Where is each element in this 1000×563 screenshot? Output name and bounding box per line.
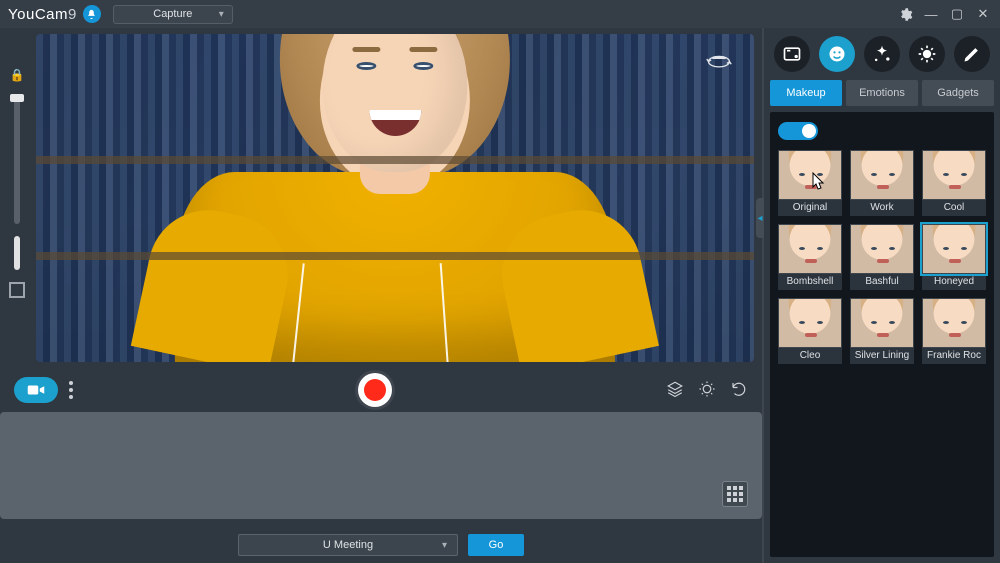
category-frames[interactable] [774, 36, 810, 72]
zoom-secondary-slider[interactable] [14, 236, 20, 270]
undo-icon[interactable] [730, 380, 748, 401]
brightness-icon[interactable] [698, 380, 716, 401]
more-options-icon[interactable] [64, 381, 78, 399]
preset-original[interactable]: Original [778, 150, 842, 216]
panel-collapse-handle[interactable]: ◂ [756, 198, 764, 238]
category-face[interactable] [819, 36, 855, 72]
effect-category-row [764, 28, 1000, 80]
effects-panel: ◂ Makeup Emotions Gadgets Original Work … [762, 28, 1000, 563]
zoom-lock-icon[interactable]: 🔒 [10, 68, 25, 82]
layers-icon[interactable] [666, 380, 684, 401]
category-particles[interactable] [864, 36, 900, 72]
notification-bell-icon[interactable] [83, 5, 101, 23]
camera-mode-toggle[interactable] [14, 377, 58, 403]
capture-bar [0, 368, 762, 412]
preset-bombshell[interactable]: Bombshell [778, 224, 842, 290]
preset-cleo[interactable]: Cleo [778, 298, 842, 364]
category-draw[interactable] [954, 36, 990, 72]
go-button[interactable]: Go [468, 534, 524, 556]
tab-makeup[interactable]: Makeup [770, 80, 842, 106]
tab-gadgets[interactable]: Gadgets [922, 80, 994, 106]
video-call-app-label: U Meeting [323, 539, 373, 551]
preset-bashful[interactable]: Bashful [850, 224, 914, 290]
tab-emotions[interactable]: Emotions [846, 80, 918, 106]
preset-grid: Original Work Cool Bombshell Bashful Hon… [778, 150, 986, 364]
effect-toggle[interactable] [778, 122, 818, 140]
mode-dropdown-label: Capture [153, 8, 192, 20]
preset-silver-lining[interactable]: Silver Lining [850, 298, 914, 364]
preset-frankie-roc[interactable]: Frankie Roc [922, 298, 986, 364]
record-button[interactable] [358, 373, 392, 407]
zoom-slider-thumb[interactable] [10, 94, 24, 102]
zoom-slider-column: 🔒 [0, 28, 34, 368]
preset-honeyed[interactable]: Honeyed [922, 224, 986, 290]
flip-camera-icon[interactable] [702, 48, 736, 70]
effect-tabs: Makeup Emotions Gadgets [770, 80, 994, 106]
zoom-reset-icon[interactable] [9, 282, 25, 298]
window-minimize-icon[interactable]: — [922, 7, 940, 22]
window-maximize-icon[interactable]: ▢ [948, 6, 966, 22]
preset-cool[interactable]: Cool [922, 150, 986, 216]
mode-dropdown[interactable]: Capture [113, 5, 233, 24]
video-preview [36, 34, 754, 362]
thumbnail-strip [0, 412, 762, 519]
grid-view-icon[interactable] [722, 481, 748, 507]
settings-gear-icon[interactable] [896, 6, 914, 22]
launch-bar: U Meeting Go [0, 527, 762, 563]
preset-work[interactable]: Work [850, 150, 914, 216]
zoom-slider[interactable] [14, 94, 20, 224]
window-close-icon[interactable]: ✕ [974, 6, 992, 22]
video-call-app-dropdown[interactable]: U Meeting [238, 534, 458, 556]
category-filters[interactable] [909, 36, 945, 72]
app-title: YouCam9 [8, 6, 77, 23]
title-bar: YouCam9 Capture — ▢ ✕ [0, 0, 1000, 28]
